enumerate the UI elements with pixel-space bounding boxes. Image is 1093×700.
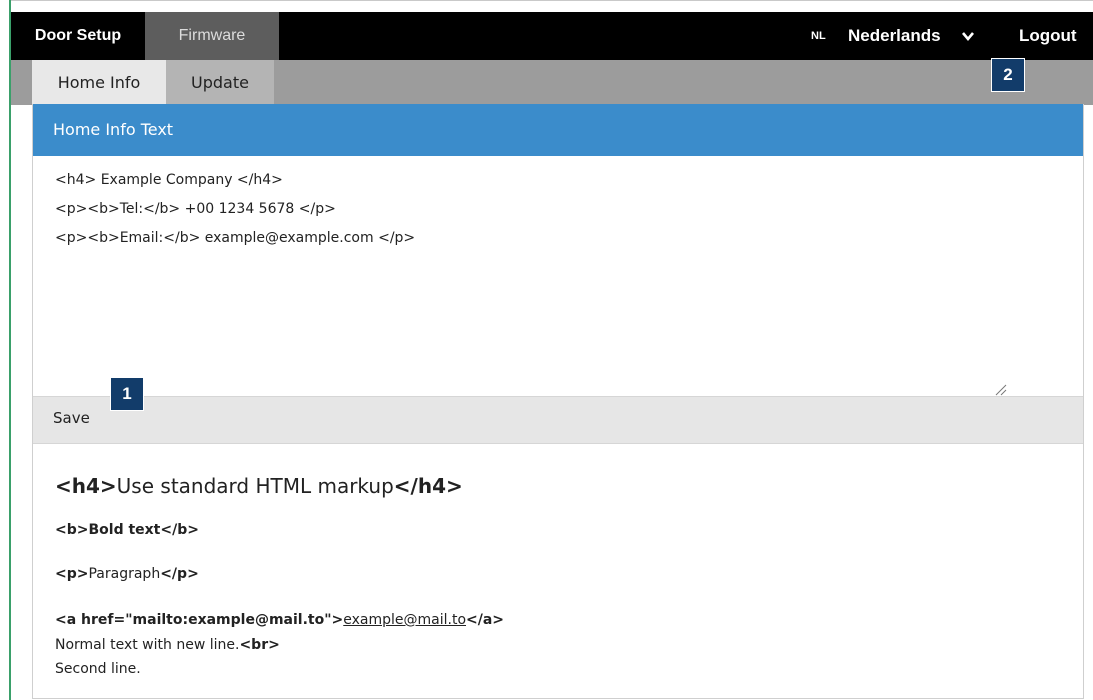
tab-home-info[interactable]: Home Info [32,60,166,105]
help-tag: <b> [55,522,89,538]
help-tag: </p> [160,566,199,582]
language-code: NL [811,30,826,42]
resize-handle-icon[interactable] [993,382,1007,396]
home-info-panel: Home Info Text <h4> Example Company </h4… [32,104,1084,699]
help-tag: </a> [466,612,505,628]
frame-left-border [9,0,11,700]
help-second-line: Second line. [55,661,141,677]
help-tag: <h4> [55,474,117,498]
help-bold-text: Bold text [88,522,161,538]
sub-navigation-bar: Home Info Update [11,60,1093,105]
help-link-example: <a href="mailto:example@mail.to">example… [55,612,504,628]
help-paragraph-example: <p>Paragraph</p> [55,566,199,582]
callout-marker-2: 2 [991,58,1025,92]
panel-title: Home Info Text [33,104,1083,156]
help-newline-example: Normal text with new line.<br> [55,637,280,653]
help-email-link[interactable]: example@mail.to [343,612,466,628]
help-paragraph-text: Paragraph [88,566,161,582]
tab-firmware[interactable]: Firmware [145,12,279,60]
frame-top-border [9,0,1093,1]
language-selector[interactable]: Nederlands [848,12,941,60]
home-info-textarea[interactable]: <h4> Example Company </h4> <p><b>Tel:</b… [33,156,1083,397]
chevron-down-icon[interactable] [961,29,975,43]
tab-update[interactable]: Update [166,60,274,105]
tab-door-setup[interactable]: Door Setup [11,12,145,60]
callout-marker-1: 1 [110,377,144,411]
help-tag: <br> [239,637,280,653]
help-heading-example: <h4>Use standard HTML markup</h4> [55,474,463,498]
textarea-line: <p><b>Tel:</b> +00 1234 5678 </p> [55,201,336,217]
help-tag: </h4> [393,474,463,498]
help-tag: <a href="mailto:example@mail.to"> [55,612,344,628]
help-tag: </b> [160,522,199,538]
help-newline-text: Normal text with new line. [55,637,240,653]
save-bar: Save [33,397,1083,444]
logout-link[interactable]: Logout [1019,12,1077,60]
help-tag: <p> [55,566,89,582]
help-bold-example: <b>Bold text</b> [55,522,199,538]
textarea-line: <h4> Example Company </h4> [55,172,283,188]
save-button[interactable]: Save [53,409,90,427]
top-navigation-bar: Door Setup Firmware NL Nederlands Logout [11,12,1093,60]
textarea-line: <p><b>Email:</b> example@example.com </p… [55,230,416,246]
help-heading-text: Use standard HTML markup [116,474,394,498]
